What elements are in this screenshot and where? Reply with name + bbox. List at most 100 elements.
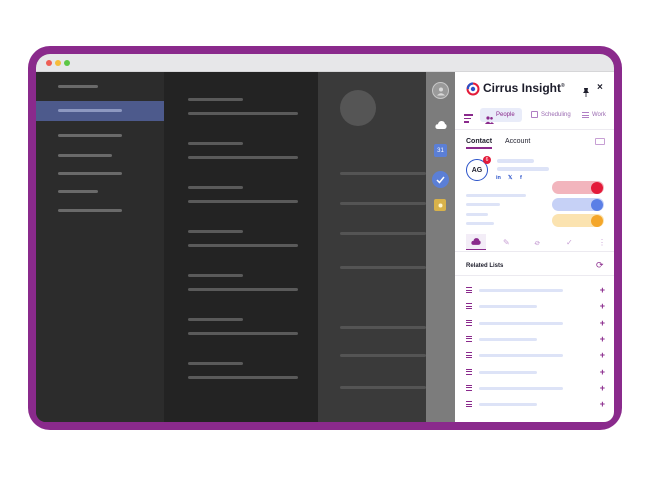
check-icon[interactable]: ✓: [566, 238, 573, 247]
sidebar-item-selected[interactable]: [36, 101, 164, 121]
facebook-icon[interactable]: f: [520, 175, 522, 181]
calendar-addin-icon[interactable]: 31: [434, 144, 447, 157]
active-tab-indicator: [466, 147, 492, 149]
add-icon[interactable]: +: [600, 383, 605, 392]
tab-work[interactable]: Work: [582, 110, 612, 120]
list-item[interactable]: [188, 112, 298, 115]
list-icon: [582, 112, 589, 118]
related-list-label: [479, 370, 537, 374]
add-icon[interactable]: +: [600, 318, 605, 327]
list-icon: [466, 303, 472, 311]
calendar-icon: [531, 111, 538, 118]
edit-icon[interactable]: ✎: [503, 238, 510, 247]
related-list-row[interactable]: +: [455, 284, 614, 296]
pin-icon[interactable]: [582, 84, 590, 97]
contact-title: [497, 167, 549, 171]
related-list-row[interactable]: +: [455, 366, 614, 378]
window-titlebar: [36, 54, 614, 72]
list-icon: [466, 401, 472, 409]
attach-icon[interactable]: ⌀: [533, 237, 542, 247]
maximize-window-button[interactable]: [64, 60, 70, 66]
cloud-icon: [471, 238, 481, 245]
reading-pane: [318, 72, 426, 422]
status-toggle-blue[interactable]: [552, 198, 604, 211]
add-icon[interactable]: +: [600, 286, 605, 295]
sidebar-item[interactable]: [58, 190, 98, 193]
add-icon[interactable]: +: [600, 334, 605, 343]
sidebar-item[interactable]: [58, 134, 122, 137]
list-icon: [466, 335, 472, 344]
related-list-row[interactable]: +: [455, 382, 614, 394]
related-list-label: [479, 321, 563, 325]
tasks-addin-icon[interactable]: [432, 171, 449, 188]
status-toggle-red[interactable]: [552, 181, 604, 194]
cirrus-logo-icon: [466, 82, 480, 96]
add-icon[interactable]: +: [600, 367, 605, 376]
list-icon: [466, 319, 472, 328]
related-list-label: [479, 337, 537, 341]
hamburger-menu-icon[interactable]: [464, 114, 473, 123]
email-icon[interactable]: [595, 138, 605, 145]
list-icon: [466, 352, 472, 360]
divider: [455, 251, 614, 252]
add-icon[interactable]: +: [600, 400, 605, 409]
app-window: 31 Cirrus Insight® × People Scheduling W…: [36, 54, 614, 422]
list-icon: [466, 368, 472, 377]
related-lists-title: Related Lists: [466, 263, 504, 269]
list-item[interactable]: [188, 376, 298, 379]
list-icon: [466, 287, 472, 295]
tab-salesforce[interactable]: [466, 234, 486, 250]
list-item[interactable]: [188, 244, 298, 247]
divider: [455, 275, 614, 276]
related-list-row[interactable]: +: [455, 317, 614, 329]
related-list-row[interactable]: +: [455, 300, 614, 312]
field-line: [466, 203, 500, 206]
list-item[interactable]: [188, 288, 298, 291]
related-list-label: [479, 386, 563, 390]
sender-avatar: [340, 90, 376, 126]
related-list-label: [479, 305, 537, 309]
twitter-icon[interactable]: 𝕏: [508, 175, 512, 181]
related-list-label: [479, 403, 537, 407]
close-icon[interactable]: ×: [597, 83, 603, 93]
linkedin-icon[interactable]: in: [496, 175, 501, 181]
close-window-button[interactable]: [46, 60, 52, 66]
related-list-label: [479, 354, 563, 358]
cirrus-insight-panel: Cirrus Insight® × People Scheduling Work…: [455, 72, 614, 422]
cirrus-addin-icon[interactable]: [432, 116, 449, 133]
related-list-label: [479, 289, 563, 292]
mail-sidebar: [36, 72, 164, 422]
list-item[interactable]: [188, 156, 298, 159]
status-toggle-yellow[interactable]: [552, 214, 604, 227]
sidebar-item[interactable]: [58, 209, 122, 212]
more-icon[interactable]: ⋮: [598, 238, 606, 247]
field-line: [466, 222, 494, 225]
tab-people[interactable]: People: [480, 108, 522, 124]
list-item[interactable]: [188, 332, 298, 335]
contact-name: [497, 159, 534, 163]
profile-icon[interactable]: [432, 82, 449, 99]
related-list-row[interactable]: +: [455, 398, 614, 410]
field-line: [466, 194, 526, 197]
minimize-window-button[interactable]: [55, 60, 61, 66]
brand-name: Cirrus Insight®: [483, 81, 565, 95]
add-icon[interactable]: +: [600, 302, 605, 311]
related-list-row[interactable]: +: [455, 333, 614, 345]
tab-account[interactable]: Account: [505, 138, 530, 145]
sidebar-item[interactable]: [58, 172, 122, 175]
add-icon[interactable]: +: [600, 351, 605, 360]
refresh-icon[interactable]: ⟳: [596, 260, 604, 271]
tab-scheduling[interactable]: Scheduling: [531, 110, 571, 120]
related-list-row[interactable]: +: [455, 349, 614, 361]
divider: [455, 129, 614, 130]
list-item[interactable]: [188, 200, 298, 203]
sidebar-item[interactable]: [58, 154, 112, 157]
notes-addin-icon[interactable]: [434, 199, 446, 211]
people-icon: [485, 111, 494, 124]
list-icon: [466, 384, 472, 393]
sidebar-item[interactable]: [58, 85, 98, 88]
notification-badge: 6: [483, 156, 491, 164]
field-line: [466, 213, 488, 216]
message-list: [164, 72, 318, 422]
tab-contact[interactable]: Contact: [466, 138, 492, 145]
